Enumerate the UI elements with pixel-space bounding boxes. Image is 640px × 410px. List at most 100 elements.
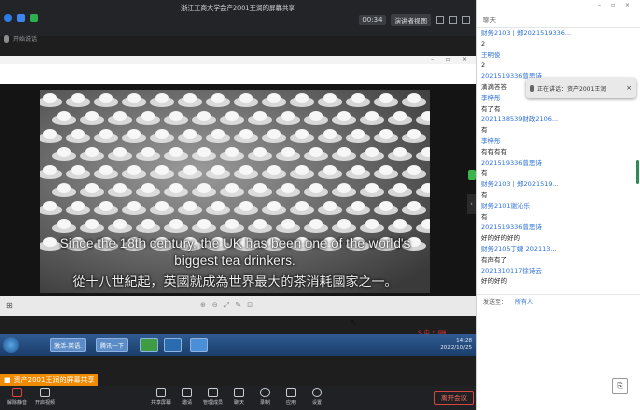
cup-shape: [197, 111, 211, 121]
cup-shape: [99, 165, 113, 175]
chat-sender: 财务2105丁婕 202113...: [481, 244, 557, 253]
cup-shape: [225, 111, 239, 121]
info-icon[interactable]: [4, 14, 12, 22]
cup-shape: [197, 219, 211, 229]
cup-shape: [267, 201, 281, 211]
cup-shape: [393, 183, 407, 193]
chat-icon: [234, 388, 244, 397]
cup-shape: [407, 165, 421, 175]
taskbar-app-4-icon[interactable]: [164, 338, 182, 352]
close-icon[interactable]: ×: [626, 84, 632, 92]
player-tools-icon[interactable]: ⊕⊖⤢✎⊡: [200, 301, 259, 310]
cup-shape: [155, 93, 169, 103]
cup-shape: [99, 129, 113, 139]
mute-button[interactable]: 解除静音: [2, 388, 32, 406]
cup-shape: [155, 165, 169, 175]
shared-window-bottom-bar: ⊞ ⊕⊖⤢✎⊡: [0, 296, 476, 316]
expand-icon[interactable]: [462, 16, 470, 24]
cup-shape: [267, 93, 281, 103]
cup-shape: [99, 201, 113, 211]
start-button-icon[interactable]: [3, 337, 19, 353]
chevron-left-icon[interactable]: ‹: [467, 194, 476, 214]
chat-message-text: 好的好的: [481, 277, 507, 286]
cup-shape: [155, 201, 169, 211]
chat-header: 聊天 – ▫ ×: [477, 0, 640, 28]
cup-shape: [113, 183, 127, 193]
view-mode-button[interactable]: 演讲者视图: [390, 14, 431, 26]
chat-message-text: 有: [481, 212, 488, 221]
shared-window-titlebar: – ▫ ×: [0, 56, 476, 64]
cup-shape: [127, 93, 141, 103]
cup-shape: [99, 93, 113, 103]
cup-shape: [379, 165, 393, 175]
taskbar-app-5-icon[interactable]: [190, 338, 208, 352]
cup-shape: [393, 111, 407, 121]
sharer-banner[interactable]: ■ 资产2001王润的屏幕共享: [0, 374, 99, 386]
file-icon[interactable]: ⎘: [612, 378, 628, 394]
shared-taskbar: 激活-英语. 腾讯一下 14:28 2022/10/25: [0, 334, 476, 356]
cup-shape: [281, 219, 295, 229]
cup-shape: [323, 165, 337, 175]
green-tab-icon[interactable]: [468, 170, 476, 180]
layout-icon[interactable]: [449, 16, 457, 24]
chat-input[interactable]: [481, 308, 637, 378]
cup-shape: [71, 165, 85, 175]
leave-meeting-button[interactable]: 离开会议: [434, 391, 474, 405]
fullscreen-icon[interactable]: [436, 16, 444, 24]
speaker-indicator: 开始说话: [4, 34, 37, 43]
cup-shape: [365, 147, 379, 157]
cup-shape: [393, 219, 407, 229]
share-icon: [156, 388, 166, 397]
cup-shape: [141, 147, 155, 157]
window-controls-icon[interactable]: – ▫ ×: [598, 2, 634, 9]
speaker-label: 开始说话: [13, 36, 38, 43]
cup-shape: [267, 165, 281, 175]
top-left-icons: [4, 14, 38, 22]
taskbar-app-1[interactable]: 激活-英语.: [50, 338, 87, 352]
cup-shape: [169, 111, 183, 121]
cup-shape: [141, 219, 155, 229]
cup-shape: [351, 129, 365, 139]
settings-button[interactable]: 设置: [302, 388, 332, 406]
video-player[interactable]: Since the 18th century, the UK has been …: [40, 90, 430, 293]
chat-message-list[interactable]: 财务2103丨郑2021519336... 2 王明俊 2 2021519336曾思诗滴…: [477, 28, 635, 294]
taskbar-app-3-icon[interactable]: [140, 338, 158, 352]
grid-icon[interactable]: ⊞: [6, 301, 13, 310]
mic-icon: [530, 84, 534, 92]
clock-date: 2022/10/25: [440, 345, 472, 351]
video-frame: Since the 18th century, the UK has been …: [0, 84, 476, 296]
cup-shape: [309, 183, 323, 193]
meeting-timer: 00:34: [359, 15, 386, 25]
cup-shape: [337, 147, 351, 157]
cup-shape: [57, 183, 71, 193]
apps-icon: [286, 388, 296, 397]
taskbar-app-2[interactable]: 腾讯一下: [96, 338, 129, 352]
cup-shape: [379, 129, 393, 139]
cup-shape: [85, 111, 99, 121]
cup-shape: [183, 201, 197, 211]
cup-shape: [43, 165, 57, 175]
speaking-notification[interactable]: 正在讲话：资产2001王润 ×: [526, 78, 636, 98]
chat-sender: 财务2103丨郑2021519336...: [481, 29, 572, 37]
meeting-toolbar: 解除静音 开启视频 共享屏幕 邀请 管理成员 聊天 录制 应用 设置 离开会议: [0, 386, 476, 410]
cup-shape: [365, 111, 379, 121]
cup-shape: [57, 219, 71, 229]
cup-shape: [281, 183, 295, 193]
signal-icon[interactable]: [30, 14, 38, 22]
cup-shape: [239, 165, 253, 175]
chat-sender: 财务2103丨郑2021519...: [481, 180, 559, 189]
cup-shape: [407, 201, 421, 211]
cup-shape: [127, 165, 141, 175]
shield-icon[interactable]: [17, 14, 25, 22]
send-to-dropdown[interactable]: 所有人: [515, 299, 533, 306]
chat-message-text: 好的好的好的: [481, 234, 520, 243]
send-to-label: 发送至：: [483, 299, 508, 306]
gear-icon: [312, 388, 322, 397]
chat-scrollbar[interactable]: [636, 160, 639, 184]
camera-icon: [40, 388, 50, 397]
cup-shape: [309, 219, 323, 229]
cup-shape: [407, 93, 421, 103]
video-button[interactable]: 开启视频: [30, 388, 60, 406]
cup-shape: [225, 147, 239, 157]
cup-shape: [295, 165, 309, 175]
